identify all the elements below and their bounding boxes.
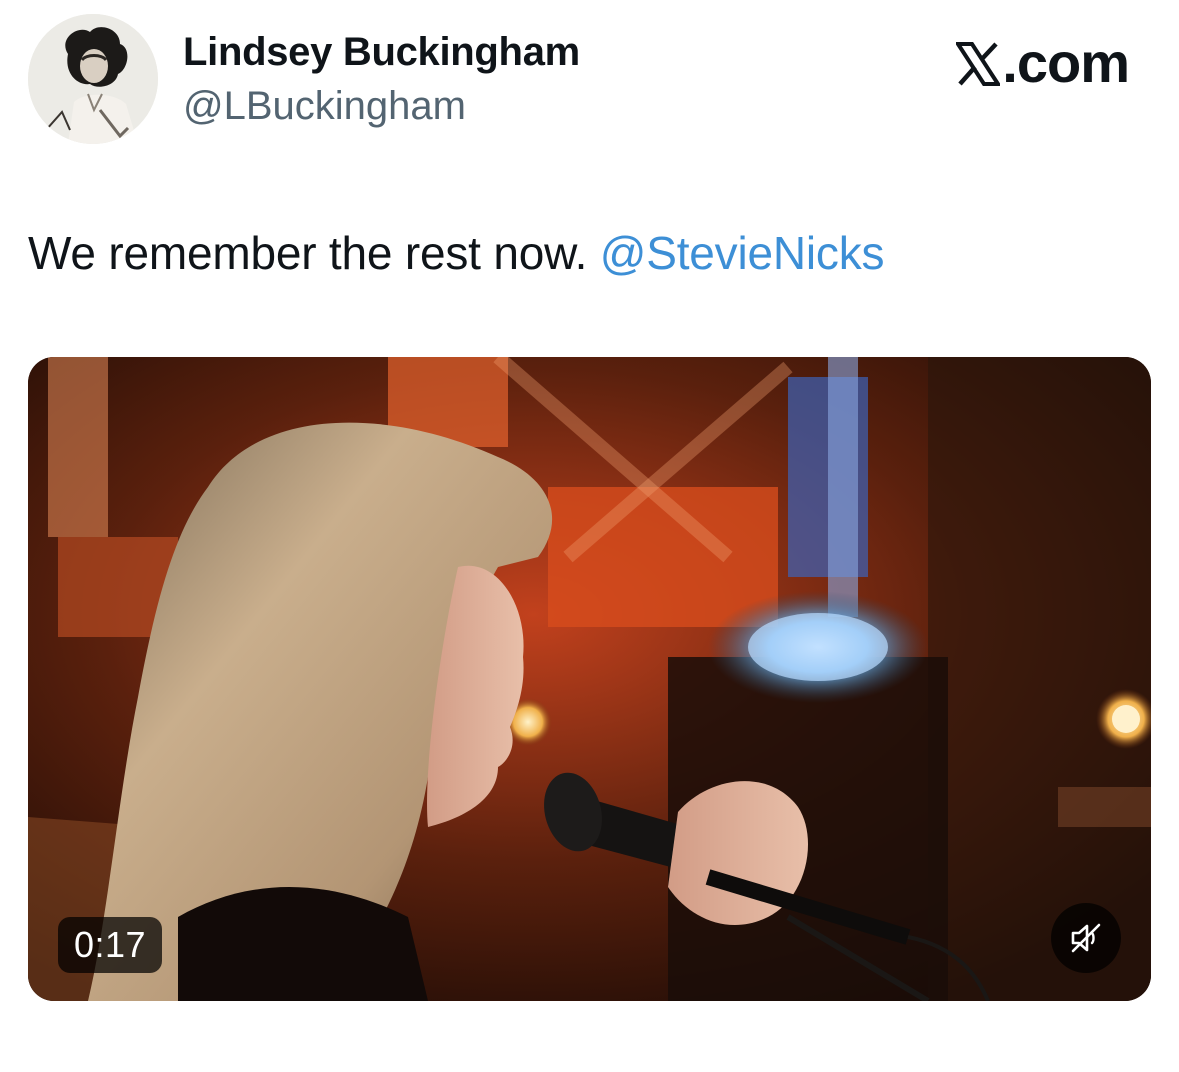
- tweet-card: Lindsey Buckingham @LBuckingham .com We …: [0, 0, 1179, 1072]
- x-logo-icon: [954, 34, 1002, 86]
- site-logo: .com: [954, 30, 1130, 95]
- tweet-body: We remember the rest now.: [28, 227, 600, 279]
- video-frame: [28, 357, 1151, 1001]
- mention-link[interactable]: @StevieNicks: [600, 227, 885, 279]
- video-duration: 0:17: [58, 917, 163, 973]
- author-handle[interactable]: @LBuckingham: [183, 84, 466, 129]
- video-player[interactable]: 0:17: [28, 357, 1151, 1001]
- author-name[interactable]: Lindsey Buckingham: [183, 30, 580, 75]
- tweet-text: We remember the rest now. @StevieNicks: [28, 226, 885, 280]
- author-avatar[interactable]: [28, 14, 158, 144]
- site-logo-text: .com: [1002, 31, 1130, 94]
- speaker-muted-icon: [1071, 923, 1101, 953]
- unmute-button[interactable]: [1051, 903, 1121, 973]
